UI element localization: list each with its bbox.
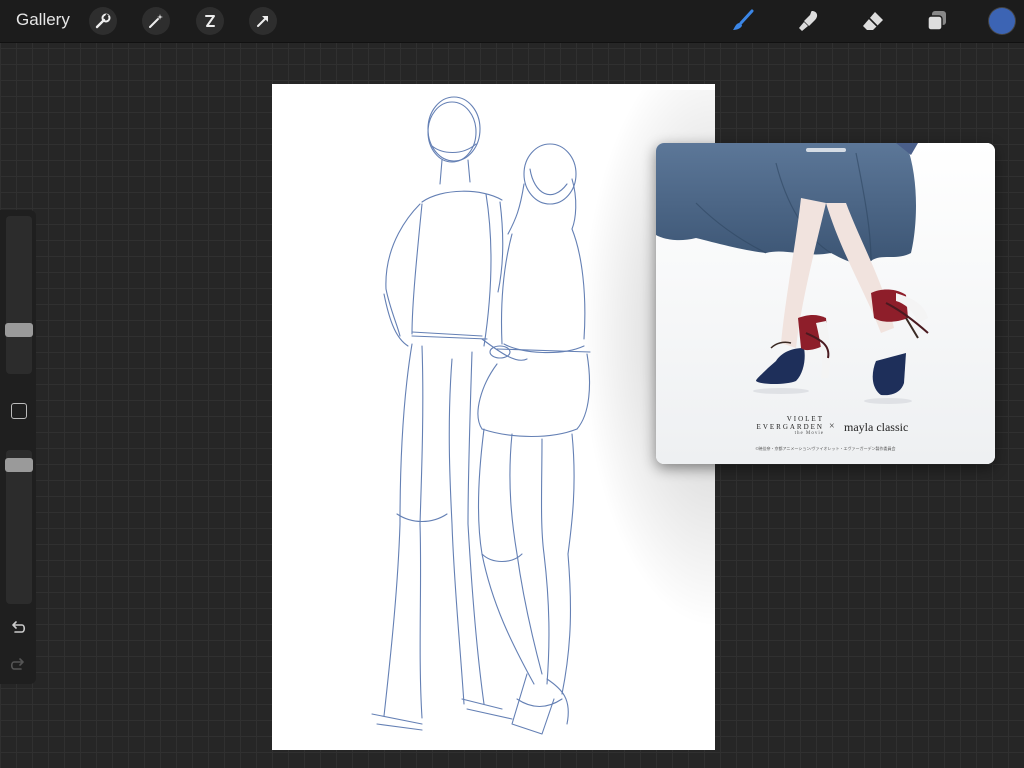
modify-button[interactable] bbox=[11, 403, 27, 419]
brush-size-slider[interactable] bbox=[6, 216, 32, 374]
couple-sketch bbox=[371, 96, 591, 735]
eraser-icon bbox=[863, 12, 883, 30]
brand-primary: VIOLET EVERGARDEN bbox=[748, 415, 824, 431]
transform-arrow-icon bbox=[257, 16, 268, 27]
redo-icon[interactable] bbox=[9, 656, 27, 674]
opacity-slider[interactable] bbox=[6, 450, 32, 604]
sidebar bbox=[0, 210, 36, 684]
color-picker-button[interactable] bbox=[989, 8, 1015, 34]
copyright-text: ©暁佳奈・京都アニメーション/ヴァイオレット・エヴァーガーデン製作委員会 bbox=[755, 446, 896, 451]
brand-secondary: mayla classic bbox=[844, 420, 909, 434]
brand-separator: × bbox=[829, 421, 835, 432]
gallery-button[interactable]: Gallery bbox=[16, 10, 70, 30]
brand-line2: EVERGARDEN bbox=[756, 423, 824, 431]
opacity-thumb[interactable] bbox=[5, 458, 33, 472]
layers-button[interactable] bbox=[922, 6, 952, 36]
smudge-button[interactable] bbox=[794, 6, 824, 36]
selection-button[interactable] bbox=[196, 7, 224, 35]
brush-size-thumb[interactable] bbox=[5, 323, 33, 337]
brand-subtitle: the Movie bbox=[794, 431, 824, 436]
wrench-icon bbox=[95, 13, 111, 29]
brand-line1: VIOLET bbox=[786, 415, 824, 423]
adjustments-button[interactable] bbox=[142, 7, 170, 35]
brush-icon bbox=[733, 9, 754, 30]
smudge-icon bbox=[799, 11, 818, 31]
selection-icon bbox=[205, 15, 215, 27]
actions-button[interactable] bbox=[89, 7, 117, 35]
reference-window[interactable]: VIOLET EVERGARDEN the Movie × mayla clas… bbox=[656, 143, 995, 464]
undo-icon[interactable] bbox=[9, 619, 27, 637]
transform-button[interactable] bbox=[249, 7, 277, 35]
drawing-canvas[interactable] bbox=[272, 84, 715, 750]
reference-photo bbox=[656, 143, 995, 464]
paint-button[interactable] bbox=[728, 6, 758, 36]
window-grabber[interactable] bbox=[806, 148, 846, 152]
layers-icon bbox=[927, 11, 946, 31]
eraser-button[interactable] bbox=[858, 6, 888, 36]
top-toolbar: Gallery bbox=[0, 0, 1024, 43]
magic-wand-icon bbox=[149, 14, 163, 28]
